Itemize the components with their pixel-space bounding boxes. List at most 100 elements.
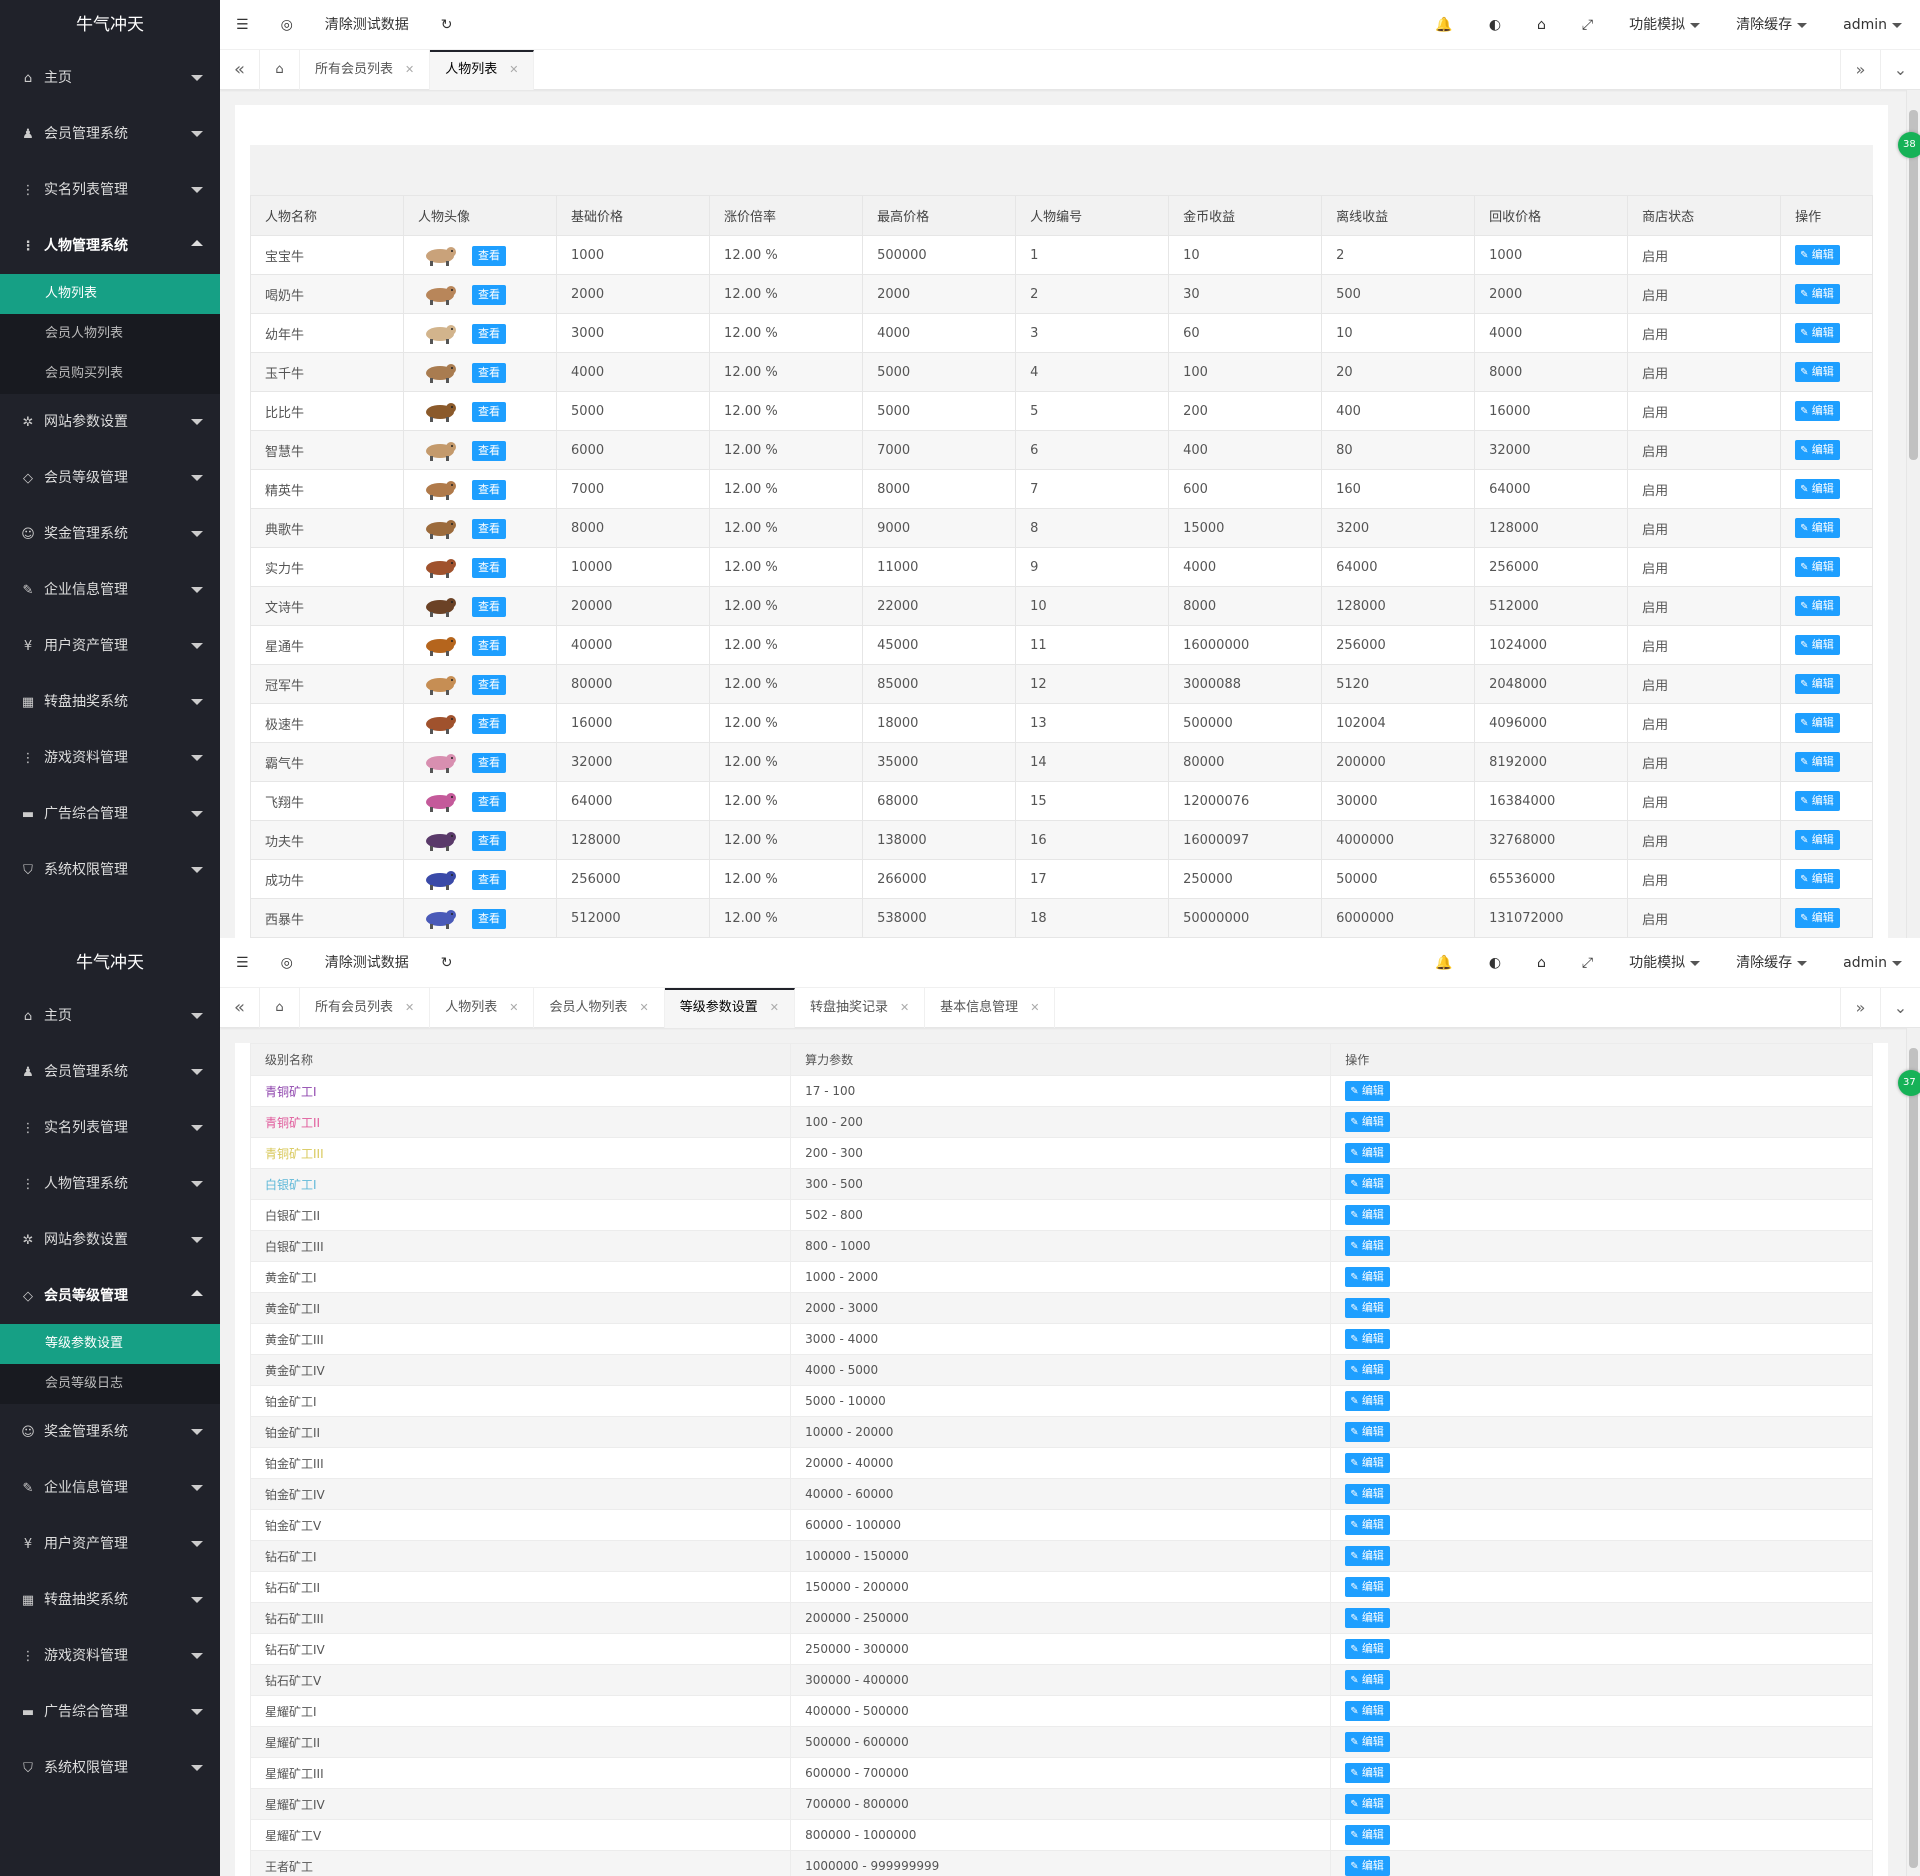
tab-1[interactable]: 人物列表 ✕ — [430, 988, 535, 1028]
view-button[interactable]: 查看 — [472, 479, 507, 500]
online-badge[interactable]: 38 — [1898, 132, 1920, 158]
view-button[interactable]: 查看 — [472, 284, 507, 305]
view-button[interactable]: 查看 — [472, 674, 507, 695]
view-button[interactable]: 查看 — [472, 713, 507, 734]
view-button[interactable]: 查看 — [472, 635, 507, 656]
edit-button[interactable]: 编辑 — [1345, 1484, 1390, 1504]
online-badge[interactable]: 37 — [1898, 1070, 1920, 1096]
theme-icon[interactable]: ◐ — [1471, 938, 1519, 988]
edit-button[interactable]: 编辑 — [1795, 635, 1840, 655]
edit-button[interactable]: 编辑 — [1795, 752, 1840, 772]
func-sim-dropdown[interactable]: 功能模拟 — [1611, 0, 1718, 50]
edit-button[interactable]: 编辑 — [1795, 908, 1840, 928]
edit-button[interactable]: 编辑 — [1795, 323, 1840, 343]
sidebar-item-9[interactable]: ▦ 转盘抽奖系统 — [0, 674, 220, 730]
globe-icon[interactable]: ◎ — [265, 938, 309, 988]
edit-button[interactable]: 编辑 — [1795, 440, 1840, 460]
globe-icon[interactable]: ◎ — [265, 0, 309, 50]
edit-button[interactable]: 编辑 — [1345, 1267, 1390, 1287]
view-button[interactable]: 查看 — [472, 830, 507, 851]
sidebar-item-11[interactable]: ▬ 广告综合管理 — [0, 786, 220, 842]
fullscreen-icon[interactable]: ⤢ — [1564, 0, 1611, 50]
edit-button[interactable]: 编辑 — [1795, 284, 1840, 304]
sidebar-item-7[interactable]: ✎ 企业信息管理 — [0, 562, 220, 618]
view-button[interactable]: 查看 — [472, 362, 507, 383]
edit-button[interactable]: 编辑 — [1795, 869, 1840, 889]
tab-home-icon[interactable]: ⌂ — [260, 988, 300, 1028]
sidebar-item-10[interactable]: ⋮ 游戏资料管理 — [0, 730, 220, 786]
view-button[interactable]: 查看 — [472, 518, 507, 539]
tab-2[interactable]: 会员人物列表 ✕ — [534, 988, 665, 1028]
scrollbar[interactable]: 38 — [1898, 90, 1920, 938]
sidebar-item-10[interactable]: ⋮ 游戏资料管理 — [0, 1628, 220, 1684]
user-dropdown[interactable]: admin — [1825, 938, 1920, 988]
sidebar-item-8[interactable]: ¥ 用户资产管理 — [0, 1516, 220, 1572]
sidebar-subitem[interactable]: 会员人物列表 — [0, 314, 220, 354]
edit-button[interactable]: 编辑 — [1345, 1205, 1390, 1225]
edit-button[interactable]: 编辑 — [1795, 791, 1840, 811]
view-button[interactable]: 查看 — [472, 245, 507, 266]
sidebar-subitem[interactable]: 会员等级日志 — [0, 1364, 220, 1404]
edit-button[interactable]: 编辑 — [1345, 1515, 1390, 1535]
func-sim-dropdown[interactable]: 功能模拟 — [1611, 938, 1718, 988]
edit-button[interactable]: 编辑 — [1345, 1639, 1390, 1659]
tab-3[interactable]: 等级参数设置 ✕ — [664, 988, 795, 1028]
edit-button[interactable]: 编辑 — [1795, 401, 1840, 421]
tabs-prev-icon[interactable]: « — [220, 50, 260, 90]
edit-button[interactable]: 编辑 — [1345, 1298, 1390, 1318]
sidebar-item-11[interactable]: ▬ 广告综合管理 — [0, 1684, 220, 1740]
close-icon[interactable]: ✕ — [900, 1001, 909, 1014]
user-dropdown[interactable]: admin — [1825, 0, 1920, 50]
edit-button[interactable]: 编辑 — [1345, 1329, 1390, 1349]
refresh-icon[interactable]: ↻ — [425, 0, 469, 50]
clear-cache-dropdown[interactable]: 清除缓存 — [1718, 0, 1825, 50]
sidebar-item-6[interactable]: ☺ 奖金管理系统 — [0, 1404, 220, 1460]
edit-button[interactable]: 编辑 — [1795, 479, 1840, 499]
view-button[interactable]: 查看 — [472, 323, 507, 344]
sidebar-item-0[interactable]: ⌂ 主页 — [0, 50, 220, 106]
tabs-next-icon[interactable]: » — [1840, 988, 1880, 1028]
tab-home-icon[interactable]: ⌂ — [260, 50, 300, 90]
sidebar-item-8[interactable]: ¥ 用户资产管理 — [0, 618, 220, 674]
sidebar-item-6[interactable]: ☺ 奖金管理系统 — [0, 506, 220, 562]
scrollbar[interactable]: 37 — [1898, 1028, 1920, 1876]
sidebar-item-2[interactable]: ⋮ 实名列表管理 — [0, 162, 220, 218]
edit-button[interactable]: 编辑 — [1345, 1360, 1390, 1380]
edit-button[interactable]: 编辑 — [1795, 596, 1840, 616]
close-icon[interactable]: ✕ — [509, 1001, 518, 1014]
view-button[interactable]: 查看 — [472, 869, 507, 890]
view-button[interactable]: 查看 — [472, 752, 507, 773]
clear-test-data-button[interactable]: 清除测试数据 — [309, 938, 425, 988]
tabs-menu-icon[interactable]: ⌄ — [1880, 988, 1920, 1028]
sidebar-item-2[interactable]: ⋮ 实名列表管理 — [0, 1100, 220, 1156]
sidebar-item-1[interactable]: ♟ 会员管理系统 — [0, 1044, 220, 1100]
sidebar-item-9[interactable]: ▦ 转盘抽奖系统 — [0, 1572, 220, 1628]
sidebar-item-1[interactable]: ♟ 会员管理系统 — [0, 106, 220, 162]
tabs-next-icon[interactable]: » — [1840, 50, 1880, 90]
sidebar-item-4[interactable]: ✲ 网站参数设置 — [0, 1212, 220, 1268]
edit-button[interactable]: 编辑 — [1795, 362, 1840, 382]
edit-button[interactable]: 编辑 — [1345, 1081, 1390, 1101]
edit-button[interactable]: 编辑 — [1345, 1794, 1390, 1814]
tabs-menu-icon[interactable]: ⌄ — [1880, 50, 1920, 90]
sidebar-item-3[interactable]: ⋮ 人物管理系统 — [0, 218, 220, 274]
sidebar-item-12[interactable]: ⛉ 系统权限管理 — [0, 1740, 220, 1796]
scroll-thumb[interactable] — [1909, 110, 1918, 460]
edit-button[interactable]: 编辑 — [1345, 1608, 1390, 1628]
close-icon[interactable]: ✕ — [770, 1001, 779, 1014]
close-icon[interactable]: ✕ — [509, 63, 518, 76]
view-button[interactable]: 查看 — [472, 440, 507, 461]
close-icon[interactable]: ✕ — [405, 1001, 414, 1014]
edit-button[interactable]: 编辑 — [1795, 245, 1840, 265]
edit-button[interactable]: 编辑 — [1795, 557, 1840, 577]
sidebar-item-4[interactable]: ✲ 网站参数设置 — [0, 394, 220, 450]
tab-4[interactable]: 转盘抽奖记录 ✕ — [795, 988, 926, 1028]
edit-button[interactable]: 编辑 — [1345, 1701, 1390, 1721]
edit-button[interactable]: 编辑 — [1345, 1112, 1390, 1132]
edit-button[interactable]: 编辑 — [1795, 518, 1840, 538]
sidebar-item-7[interactable]: ✎ 企业信息管理 — [0, 1460, 220, 1516]
close-icon[interactable]: ✕ — [1030, 1001, 1039, 1014]
view-button[interactable]: 查看 — [472, 791, 507, 812]
view-button[interactable]: 查看 — [472, 557, 507, 578]
fullscreen-icon[interactable]: ⤢ — [1564, 938, 1611, 988]
